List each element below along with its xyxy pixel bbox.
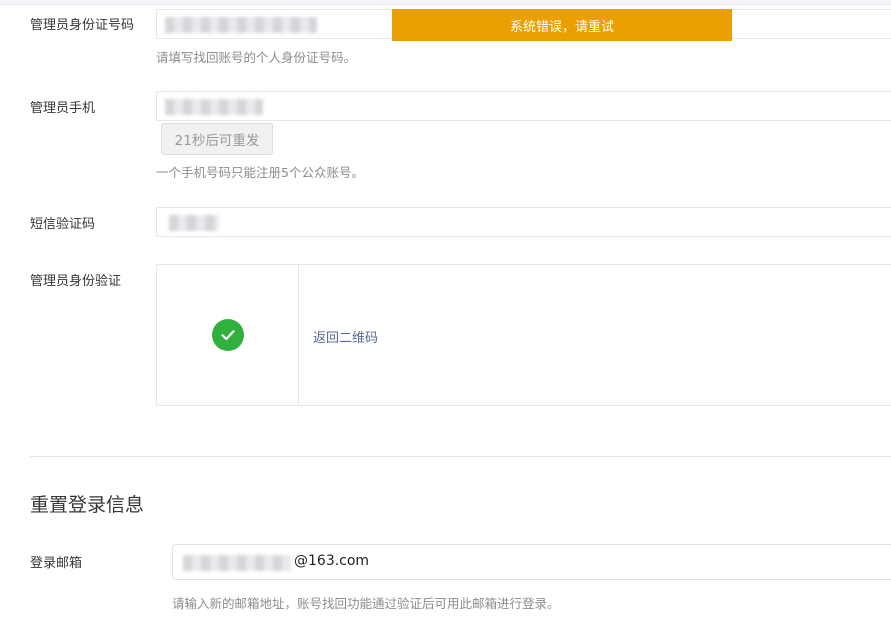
resend-sms-button[interactable]: 21秒后可重发 [161, 123, 273, 155]
identity-verify-label: 管理员身份验证 [30, 274, 122, 289]
sms-code-label: 短信验证码 [30, 217, 96, 232]
email-domain-text: @163.com [294, 553, 370, 569]
top-rule [0, 0, 891, 5]
error-toast: 系统错误，请重试 [392, 9, 732, 41]
sms-code-input[interactable] [156, 207, 891, 237]
check-circle-icon [211, 319, 244, 351]
phone-input[interactable] [156, 91, 891, 121]
identity-verify-panel: 返回二维码 [156, 264, 891, 406]
reset-section-title: 重置登录信息 [30, 494, 145, 516]
verify-status-cell [157, 265, 299, 405]
id-number-hint: 请填写找回账号的个人身份证号码。 [156, 50, 357, 65]
email-label: 登录邮箱 [30, 556, 83, 571]
redacted-value [165, 99, 263, 115]
id-number-label: 管理员身份证号码 [30, 18, 135, 33]
check-mark-icon [220, 330, 235, 341]
email-input[interactable]: @163.com [172, 544, 891, 580]
back-to-qrcode-link[interactable]: 返回二维码 [313, 327, 378, 346]
section-divider [30, 456, 891, 457]
redacted-value [183, 555, 291, 571]
phone-hint: 一个手机号码只能注册5个公众账号。 [156, 165, 364, 180]
email-hint: 请输入新的邮箱地址，账号找回功能通过验证后可用此邮箱进行登录。 [172, 596, 560, 611]
redacted-value [165, 17, 317, 33]
redacted-value [169, 215, 219, 231]
phone-label: 管理员手机 [30, 101, 96, 116]
